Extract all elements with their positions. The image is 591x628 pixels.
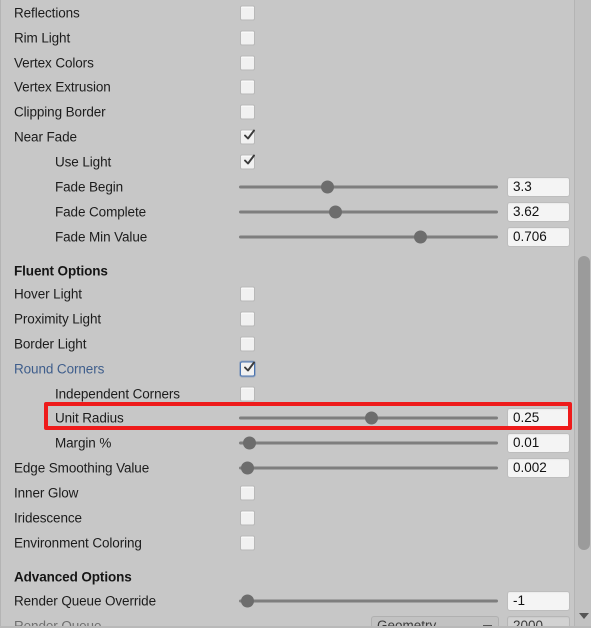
slider-track <box>239 185 498 188</box>
label-fade-min-value[interactable]: Fade Min Value <box>55 229 147 244</box>
property-row-fade-min-value: Fade Min Value 0.706 <box>0 224 570 249</box>
slider-edge-smoothing-value[interactable] <box>239 460 498 476</box>
label-proximity-light[interactable]: Proximity Light <box>14 311 101 326</box>
property-row-environment-coloring: Environment Coloring <box>0 530 570 555</box>
label-environment-coloring[interactable]: Environment Coloring <box>14 535 142 550</box>
property-row-fade-complete: Fade Complete 3.62 <box>0 199 570 224</box>
scrollbar-thumb[interactable] <box>578 256 590 550</box>
property-row-unit-radius: Unit Radius 0.25 <box>0 405 570 430</box>
slider-track <box>239 466 498 469</box>
label-edge-smoothing-value[interactable]: Edge Smoothing Value <box>14 460 149 475</box>
property-row-hover-light: Hover Light <box>0 281 570 306</box>
label-use-light[interactable]: Use Light <box>55 154 111 169</box>
property-row-vertex-colors: Vertex Colors <box>0 50 570 75</box>
label-advanced-options: Advanced Options <box>14 569 132 584</box>
label-margin-percent[interactable]: Margin % <box>55 435 111 450</box>
label-vertex-colors[interactable]: Vertex Colors <box>14 55 94 70</box>
property-row-reflections: Reflections <box>0 0 570 25</box>
slider-handle[interactable] <box>240 461 254 474</box>
property-row-advanced-options: Advanced Options <box>0 564 570 589</box>
property-row-fade-begin: Fade Begin 3.3 <box>0 174 570 199</box>
checkbox-vertex-extrusion[interactable] <box>240 79 255 94</box>
checkbox-border-light[interactable] <box>240 336 255 351</box>
checkbox-vertex-colors[interactable] <box>240 55 255 70</box>
check-icon <box>243 153 255 164</box>
slider-handle[interactable] <box>240 594 254 607</box>
label-hover-light[interactable]: Hover Light <box>14 286 82 301</box>
checkbox-iridescence[interactable] <box>240 510 255 525</box>
checkbox-use-light[interactable] <box>240 154 255 169</box>
slider-track <box>239 235 498 238</box>
slider-handle[interactable] <box>365 411 379 424</box>
value-field-margin-percent[interactable]: 0.01 <box>507 432 570 453</box>
label-rim-light[interactable]: Rim Light <box>14 30 70 45</box>
label-vertex-extrusion[interactable]: Vertex Extrusion <box>14 79 111 94</box>
label-near-fade[interactable]: Near Fade <box>14 129 77 144</box>
label-fade-complete[interactable]: Fade Complete <box>55 204 146 219</box>
checkbox-inner-glow[interactable] <box>240 485 255 500</box>
slider-track <box>239 599 498 602</box>
property-row-border-light: Border Light <box>0 331 570 356</box>
property-row-edge-smoothing-value: Edge Smoothing Value 0.002 <box>0 455 570 480</box>
slider-fade-min-value[interactable] <box>239 229 498 245</box>
label-unit-radius[interactable]: Unit Radius <box>55 410 124 425</box>
checkbox-round-corners[interactable] <box>240 361 255 376</box>
label-independent-corners[interactable]: Independent Corners <box>55 386 180 401</box>
label-inner-glow[interactable]: Inner Glow <box>14 485 78 500</box>
value-field-fade-complete[interactable]: 3.62 <box>507 201 570 222</box>
slider-fade-complete[interactable] <box>239 204 498 220</box>
property-row-render-queue-override: Render Queue Override -1 <box>0 588 570 613</box>
value-field-render-queue-override[interactable]: -1 <box>507 590 570 611</box>
label-iridescence[interactable]: Iridescence <box>14 510 82 525</box>
property-row-vertex-extrusion: Vertex Extrusion <box>0 74 570 99</box>
property-row-margin-percent: Margin % 0.01 <box>0 430 570 455</box>
property-row-clipping-border: Clipping Border <box>0 99 570 124</box>
slider-handle[interactable] <box>321 180 335 193</box>
slider-track <box>239 210 498 213</box>
slider-fade-begin[interactable] <box>239 179 498 195</box>
label-reflections[interactable]: Reflections <box>14 5 80 20</box>
label-round-corners[interactable]: Round Corners <box>14 361 104 376</box>
value-field-fade-begin[interactable]: 3.3 <box>507 176 570 197</box>
value-field-edge-smoothing-value[interactable]: 0.002 <box>507 457 570 478</box>
slider-handle[interactable] <box>243 436 257 449</box>
vertical-scrollbar[interactable] <box>574 0 591 628</box>
property-row-proximity-light: Proximity Light <box>0 306 570 331</box>
property-row-use-light: Use Light <box>0 149 570 174</box>
slider-track <box>239 441 498 444</box>
property-row-near-fade: Near Fade <box>0 124 570 149</box>
property-row-fluent-options: Fluent Options <box>0 258 570 283</box>
value-field-fade-min-value[interactable]: 0.706 <box>507 226 570 247</box>
slider-margin-percent[interactable] <box>239 435 498 451</box>
slider-handle[interactable] <box>328 205 342 218</box>
checkbox-rim-light[interactable] <box>240 30 255 45</box>
checkbox-clipping-border[interactable] <box>240 104 255 119</box>
checkbox-near-fade[interactable] <box>240 129 255 144</box>
label-render-queue-override[interactable]: Render Queue Override <box>14 593 156 608</box>
checkbox-environment-coloring[interactable] <box>240 535 255 550</box>
check-icon <box>243 128 255 139</box>
property-row-rim-light: Rim Light <box>0 25 570 50</box>
check-icon <box>243 360 255 371</box>
label-fluent-options: Fluent Options <box>14 263 108 278</box>
label-fade-begin[interactable]: Fade Begin <box>55 179 123 194</box>
scroll-down-arrow-icon[interactable] <box>579 613 589 619</box>
property-row-iridescence: Iridescence <box>0 505 570 530</box>
slider-render-queue-override[interactable] <box>239 593 498 609</box>
slider-handle[interactable] <box>414 230 428 243</box>
property-row-inner-glow: Inner Glow <box>0 480 570 505</box>
checkbox-independent-corners[interactable] <box>240 386 255 401</box>
label-clipping-border[interactable]: Clipping Border <box>14 104 106 119</box>
inspector-panel: Reflections Rim Light Vertex Colors Vertex … <box>0 0 591 628</box>
slider-unit-radius[interactable] <box>239 410 498 426</box>
label-border-light[interactable]: Border Light <box>14 336 86 351</box>
value-field-unit-radius[interactable]: 0.25 <box>507 407 570 428</box>
checkbox-reflections[interactable] <box>240 5 255 20</box>
checkbox-hover-light[interactable] <box>240 286 255 301</box>
property-row-round-corners: Round Corners <box>0 356 570 381</box>
property-row-independent-corners: Independent Corners <box>0 381 570 406</box>
checkbox-proximity-light[interactable] <box>240 311 255 326</box>
